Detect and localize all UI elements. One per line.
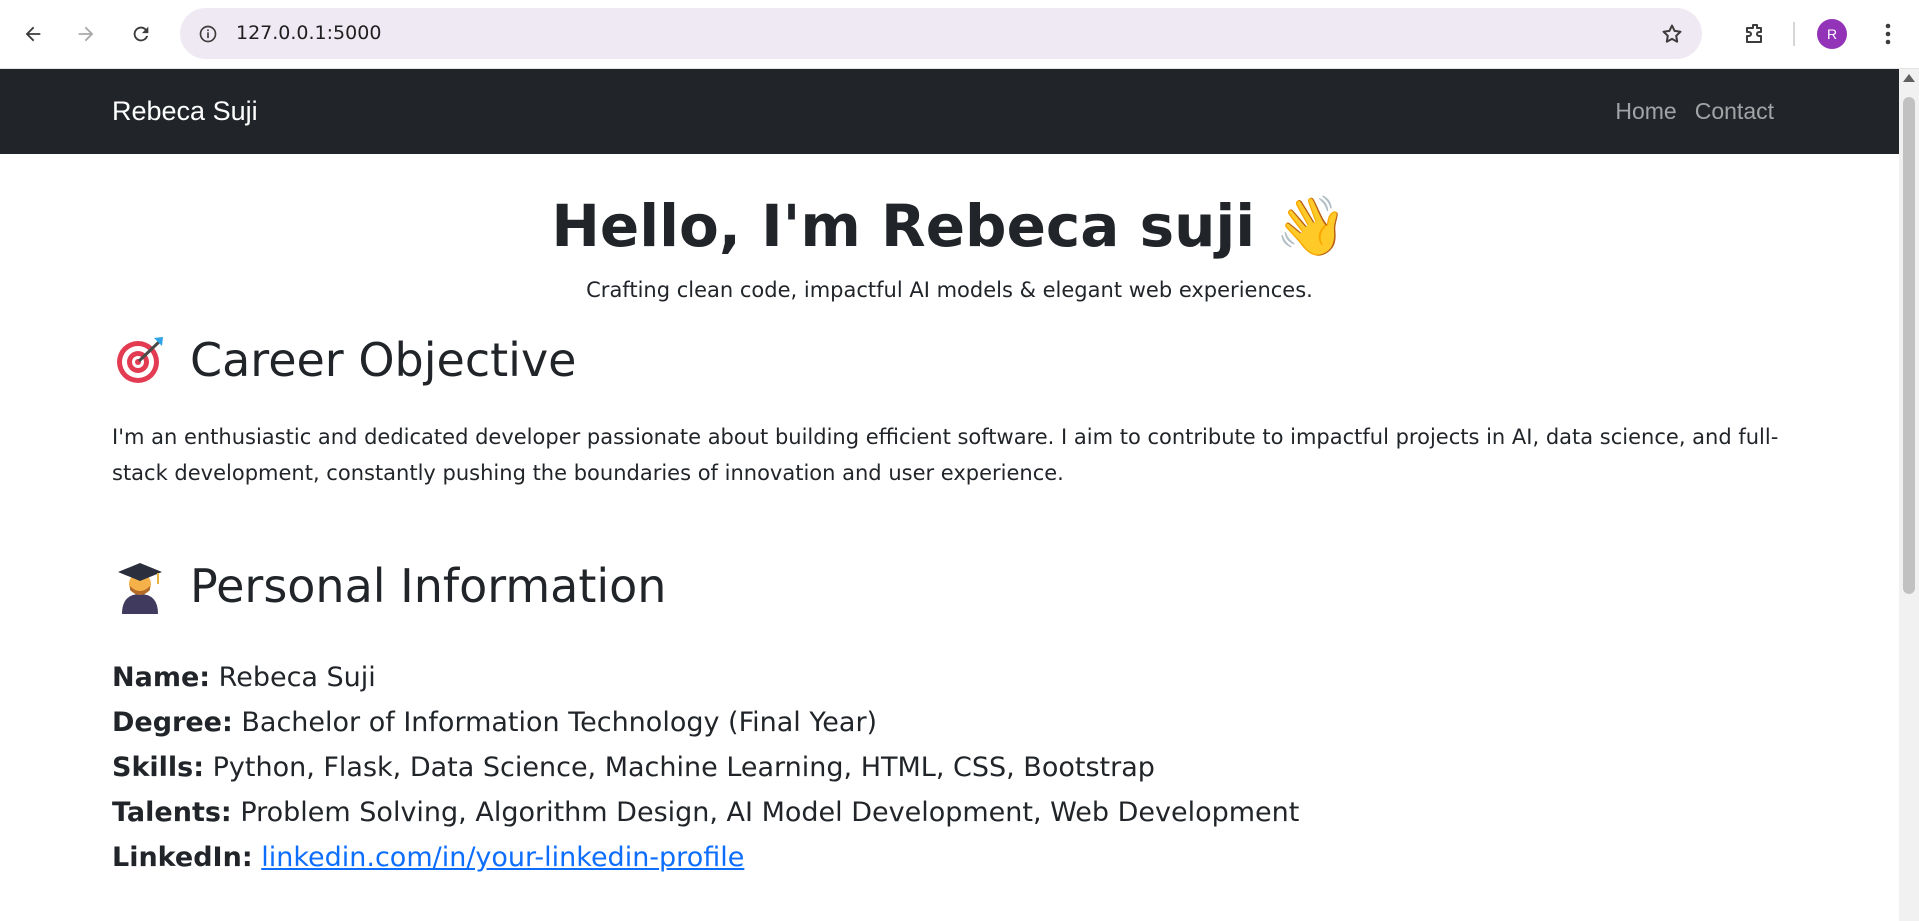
reload-icon [133,26,149,42]
nav-link-contact[interactable]: Contact [1695,69,1774,154]
info-label: Skills: [112,752,205,783]
info-label: Degree: [112,707,233,738]
toolbar-divider [1793,22,1795,46]
extensions-puzzle-icon[interactable] [1735,14,1775,54]
info-label: Name: [112,662,211,693]
info-value: Bachelor of Information Technology (Fina… [241,707,878,738]
browser-menu-icon[interactable] [1868,14,1908,54]
reload-button[interactable] [121,14,161,54]
page-title: Hello, I'm Rebeca suji 👋 [551,192,1348,260]
career-objective-text: I'm an enthusiastic and dedicated develo… [112,425,1779,485]
profile-avatar[interactable]: R [1817,19,1847,49]
info-row-skills: Skills: Python, Flask, Data Science, Mac… [112,745,1299,790]
info-label: LinkedIn: [112,842,253,873]
page-subtitle: Crafting clean code, impactful AI models… [586,278,1313,302]
scrollbar-thumb[interactable] [1903,97,1915,594]
info-value: Python, Flask, Data Science, Machine Lea… [212,752,1155,783]
back-arrow-icon [25,26,41,42]
info-label: Talents: [112,797,232,828]
site-navbar: Rebeca Suji Home Contact [0,69,1899,154]
back-button[interactable] [13,14,53,54]
target-icon [112,332,168,388]
info-row-degree: Degree: Bachelor of Information Technolo… [112,700,1299,745]
info-value: Rebeca Suji [218,662,376,693]
info-row-linkedin: LinkedIn: linkedin.com/in/your-linkedin-… [112,835,1299,880]
personal-info-list: Name: Rebeca Suji Degree: Bachelor of In… [112,655,1299,880]
career-objective-title: Career Objective [190,333,577,387]
scroll-up-arrow-icon[interactable] [1903,74,1915,82]
forward-arrow-icon [78,26,94,42]
navbar-brand[interactable]: Rebeca Suji [112,69,258,154]
browser-toolbar: 127.0.0.1:5000 R [0,0,1919,69]
page-scrollbar[interactable] [1899,69,1919,921]
linkedin-link[interactable]: linkedin.com/in/your-linkedin-profile [261,842,744,873]
navbar-links: Home Contact [1615,69,1774,154]
info-row-talents: Talents: Problem Solving, Algorithm Desi… [112,790,1299,835]
forward-button[interactable] [66,14,106,54]
address-bar[interactable]: 127.0.0.1:5000 [180,8,1702,59]
url-text[interactable]: 127.0.0.1:5000 [236,8,381,59]
personal-information-title: Personal Information [190,559,667,613]
bookmark-star-icon[interactable] [1656,18,1688,50]
info-value: Problem Solving, Algorithm Design, AI Mo… [240,797,1300,828]
page-viewport: Rebeca Suji Home Contact Hello, I'm Rebe… [0,69,1919,921]
personal-information-heading: Personal Information [112,558,666,614]
student-icon [112,558,168,614]
site-info-icon[interactable] [194,20,222,48]
info-row-name: Name: Rebeca Suji [112,655,1299,700]
nav-link-home[interactable]: Home [1615,69,1676,154]
career-objective-heading: Career Objective [112,332,576,388]
